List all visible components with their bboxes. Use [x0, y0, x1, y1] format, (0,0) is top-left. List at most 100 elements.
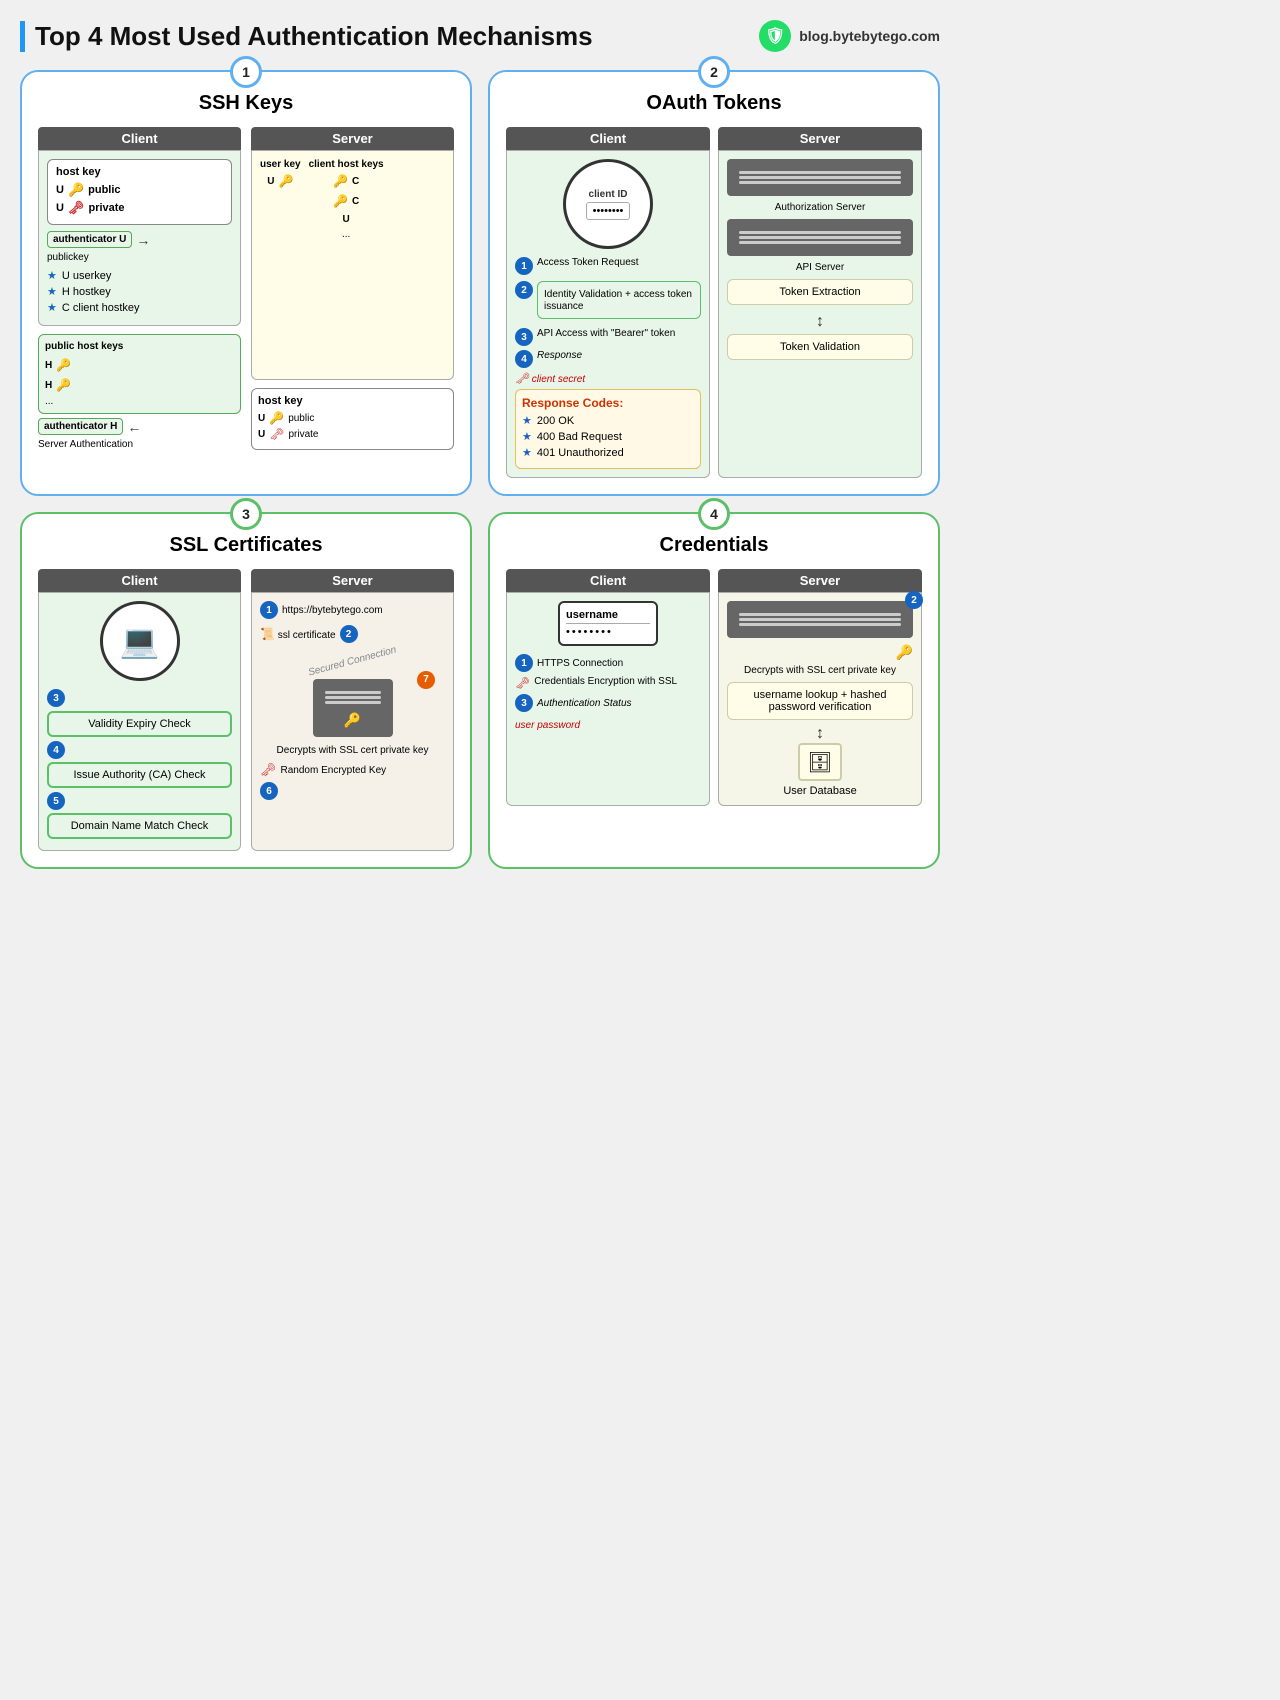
oauth-section: 2 OAuth Tokens Client client ID •••••••• [488, 70, 940, 496]
ssl-section: 3 SSL Certificates Client 💻 3 Validity E… [20, 512, 472, 869]
user-password-label: user password [515, 720, 701, 731]
legend-h: ★ H hostkey [47, 285, 232, 298]
api-access-label: API Access with "Bearer" token [537, 328, 675, 339]
star-400: ★ [522, 430, 532, 443]
auth-server-lines [735, 167, 905, 188]
ck-icon1: 🔑 [333, 174, 348, 188]
spk-icon: 🔑 [269, 411, 284, 425]
ssh-title: SSH Keys [38, 92, 454, 115]
server-public-row: U 🔑 public [258, 411, 447, 425]
code-200-text: 200 OK [537, 415, 574, 427]
oauth-server-header: Server [718, 127, 922, 150]
ck-c2: 🔑C [333, 194, 359, 208]
ssl-section-number: 3 [230, 498, 262, 530]
uk-row: U 🔑 [267, 174, 293, 188]
step3-area: 3 API Access with "Bearer" token [515, 328, 701, 346]
validity-check-box: Validity Expiry Check [47, 711, 232, 737]
secured-connection-text: Secured Connection [307, 644, 397, 678]
step6-area: 6 [260, 782, 445, 800]
server-private-row: U 🗝 private [258, 427, 447, 441]
sl3 [739, 181, 901, 184]
cred-server-panel: Server 2 🔑 [718, 569, 922, 806]
ssh-client-header: Client [38, 127, 241, 150]
step5-ssl-badge: 5 [47, 792, 65, 810]
legend-u: ★ U userkey [47, 269, 232, 282]
oauth-section-number: 2 [698, 56, 730, 88]
star-u: ★ [47, 269, 57, 282]
oauth-layout: Client client ID •••••••• 1 [506, 127, 922, 478]
host-key-box: host key U 🔑 public U 🗝 private [47, 159, 232, 225]
https-label: HTTPS Connection [537, 658, 623, 669]
private-label: private [88, 202, 124, 214]
auth-arrow-u: authenticator U → [47, 231, 232, 248]
sl6 [739, 241, 901, 244]
green-key-icon: 🔑 [68, 182, 84, 198]
step2-badge: 2 [515, 281, 533, 299]
auth-badge-u: authenticator U [47, 231, 132, 248]
green-key-h1: 🔑 [56, 358, 71, 372]
db-flow-arrow: ↕ [816, 725, 824, 742]
cred-step1-badge: 1 [515, 654, 533, 672]
ssl-sl1 [325, 691, 381, 694]
db-icon: 🗄 [798, 743, 842, 781]
flow-arrow1: ↕ [816, 313, 824, 331]
ssh-section-number: 1 [230, 56, 262, 88]
domain-check-box: Domain Name Match Check [47, 813, 232, 839]
credentials-section: 4 Credentials Client username •••••••• 1… [488, 512, 940, 869]
code-200: ★ 200 OK [522, 414, 694, 427]
step4-badge: 4 [515, 350, 533, 368]
laptop-circle: 💻 [100, 601, 180, 681]
step2-area: 2 Identity Validation + access token iss… [515, 281, 701, 324]
sprk-icon: 🗝 [269, 427, 284, 441]
ssl-server-block: 🔑 [313, 679, 393, 737]
server-auth-label: Server Authentication [38, 439, 241, 450]
u-label: U [56, 184, 64, 196]
ellipsis2: ... [342, 229, 350, 240]
page-title: Top 4 Most Used Authentication Mechanism… [20, 21, 593, 52]
ssl-sl2 [325, 696, 381, 699]
auth-status-label: Authentication Status [537, 698, 632, 709]
host-key-label: host key [56, 166, 223, 178]
cred-server-body: 2 🔑 Decrypts with SSL cert private key u… [718, 592, 922, 806]
red-key-icon: 🗝 [68, 200, 85, 216]
oauth-title: OAuth Tokens [506, 92, 922, 115]
password-dots: •••••••• [593, 205, 624, 217]
sl5 [739, 236, 901, 239]
response-codes-box: Response Codes: ★ 200 OK ★ 400 Bad Reque… [515, 389, 701, 469]
cred-sl2 [739, 618, 901, 621]
auth-badge-h: authenticator H [38, 418, 123, 435]
ck-u: U [342, 214, 349, 225]
code-400-text: 400 Bad Request [537, 431, 622, 443]
ssl-title: SSL Certificates [38, 534, 454, 557]
ssh-server-panel: Server user key U 🔑 client host keys [251, 127, 454, 450]
api-server-block [727, 219, 913, 256]
url-label: https://bytebytego.com [282, 605, 383, 616]
ssl-server-header: Server [251, 569, 454, 592]
host-key-list: H🔑 H🔑 ... [45, 356, 234, 407]
client-id-label: client ID [589, 189, 628, 200]
step4-ssl-badge: 4 [47, 741, 65, 759]
secured-connection: Secured Connection [260, 651, 445, 671]
step1-ssl: 1 https://bytebytego.com [260, 601, 445, 619]
legend-c: ★ C client hostkey [47, 301, 232, 314]
cred-key-icon: 🗝 [515, 676, 530, 690]
username-lookup-text: username lookup + hashed password verifi… [753, 689, 886, 713]
step1-area: 1 Access Token Request [515, 257, 701, 275]
response-codes-title: Response Codes: [522, 396, 694, 410]
decrypts-label-ssl: Decrypts with SSL cert private key [260, 745, 445, 756]
public-key-row: U 🔑 public [56, 182, 223, 198]
ck-c1: 🔑C [333, 174, 359, 188]
step2-ssl: 📜 ssl certificate 2 [260, 625, 445, 643]
cred-server-lines [735, 609, 905, 630]
client-host-keys-col: client host keys 🔑C 🔑C U ... [309, 159, 384, 240]
step3-ssl-badge: 3 [47, 689, 65, 707]
api-server-lines [735, 227, 905, 248]
cred-client-body: username •••••••• 1 HTTPS Connection 🗝 C… [506, 592, 710, 806]
ssh-section: 1 SSH Keys Client host key U 🔑 public [20, 70, 472, 496]
user-key-label: user key [260, 159, 301, 170]
server-key-green: 🔑 [896, 644, 913, 661]
page-header: Top 4 Most Used Authentication Mechanism… [20, 20, 940, 52]
auth-server-label: Authorization Server [727, 202, 913, 213]
ssl-client-header: Client [38, 569, 241, 592]
token-validation-box: Token Validation [727, 334, 913, 360]
